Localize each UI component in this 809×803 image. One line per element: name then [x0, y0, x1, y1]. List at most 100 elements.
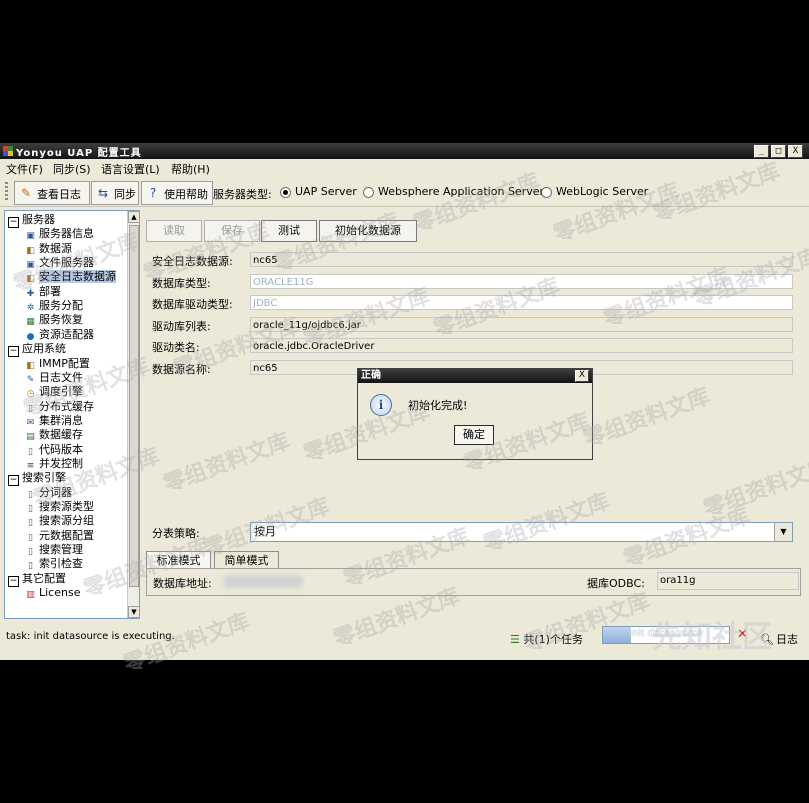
- tab-simple-mode[interactable]: 简单模式: [214, 551, 279, 569]
- scroll-down-arrow-icon[interactable]: ▼: [128, 606, 139, 618]
- close-window-button[interactable]: X: [788, 145, 803, 158]
- form-field-3[interactable]: oracle_11g/ojdbc6.jar: [250, 316, 793, 332]
- dialog-title: 正确: [361, 370, 381, 381]
- menu-help[interactable]: 帮助(H): [171, 161, 210, 177]
- maximize-button[interactable]: □: [771, 145, 786, 158]
- toolbar-grip[interactable]: [5, 182, 8, 202]
- menu-language[interactable]: 语言设置(L): [101, 161, 160, 177]
- doc-icon: ▯: [28, 518, 33, 529]
- db-address-redacted: [223, 575, 303, 588]
- tree-item-1[interactable]: ▣ 服务器信息: [25, 227, 94, 241]
- partition-select[interactable]: 按月 ▼: [250, 522, 793, 542]
- dialog-close-button[interactable]: X: [575, 370, 589, 382]
- minimize-button[interactable]: _: [754, 145, 769, 158]
- tree-item-23[interactable]: ▯ 搜索管理: [25, 543, 83, 557]
- table-icon: ▤: [26, 432, 35, 443]
- tree-item-15[interactable]: ▤ 数据缓存: [25, 428, 83, 442]
- help-icon: ?: [149, 186, 157, 200]
- ok-button[interactable]: 确定: [454, 425, 494, 445]
- message-dialog: 正确 X i 初始化完成! 确定: [357, 368, 593, 460]
- partition-label: 分表策略:: [152, 527, 200, 540]
- server-type-label: 服务器类型:: [213, 188, 272, 201]
- tree-item-8[interactable]: ● 资源适配器: [25, 328, 94, 342]
- scroll-up-arrow-icon[interactable]: ▲: [128, 211, 139, 223]
- radio-websphere[interactable]: [363, 187, 374, 198]
- doc-icon: ▯: [28, 547, 33, 558]
- tree-item-3[interactable]: ▣ 文件服务器: [25, 256, 94, 270]
- form-field-0[interactable]: nc65: [250, 252, 793, 267]
- tree-item-17[interactable]: ≡ 并发控制: [25, 457, 83, 471]
- radio-weblogic[interactable]: [541, 187, 552, 198]
- doc-icon: ▯: [28, 561, 33, 572]
- radio-uap-server-label[interactable]: UAP Server: [295, 185, 357, 198]
- log-icon: ✎: [26, 374, 35, 385]
- network-icon: ✲: [26, 303, 35, 314]
- form-field-1[interactable]: ORACLE11G: [250, 273, 793, 289]
- collapse-icon[interactable]: −: [8, 217, 19, 228]
- init-datasource-button[interactable]: 初始化数据源: [319, 220, 417, 242]
- task-count[interactable]: ☰ 共(1)个任务: [510, 631, 583, 647]
- collapse-icon[interactable]: −: [8, 475, 19, 487]
- save-button[interactable]: 保存: [204, 220, 260, 242]
- dialog-message: 初始化完成!: [408, 399, 468, 412]
- sync-button[interactable]: ⇆ 同步: [91, 181, 139, 205]
- log-icon: ✎: [20, 186, 32, 200]
- menu-sync[interactable]: 同步(S): [53, 161, 91, 177]
- mail-icon: ✉: [26, 417, 35, 428]
- form-label-5: 数据源名称:: [152, 362, 211, 376]
- license-icon: ▥: [26, 590, 35, 601]
- toolbar: ✎ 查看日志 ⇆ 同步 ? 使用帮助 服务器类型: UAP Server Web…: [0, 178, 809, 207]
- tree-item-26[interactable]: ▥ License: [25, 586, 80, 600]
- collapse-icon[interactable]: −: [8, 575, 19, 587]
- tree-item-13[interactable]: ▯ 分布式缓存: [25, 400, 94, 414]
- collapse-icon[interactable]: −: [8, 346, 19, 358]
- form-label-3: 驱动库列表:: [152, 319, 211, 333]
- title-bar: Yonyou UAP 配置工具 _ □ X: [0, 143, 809, 159]
- tree-item-19[interactable]: ▯ 分词器: [25, 486, 72, 500]
- brand-watermark: 先知社区: [652, 620, 772, 655]
- tree-item-21[interactable]: ▯ 搜索源分组: [25, 514, 94, 528]
- sync-icon: ⇆: [97, 186, 109, 200]
- tree-item-6[interactable]: ✲ 服务分配: [25, 299, 83, 313]
- deploy-icon: ✚: [26, 288, 35, 299]
- scroll-thumb[interactable]: [129, 225, 139, 587]
- tree-item-12[interactable]: ◷ 调度引擎: [25, 385, 83, 399]
- menu-file[interactable]: 文件(F): [6, 161, 43, 177]
- help-button[interactable]: ? 使用帮助: [141, 181, 213, 205]
- tree-item-7[interactable]: ▦ 服务恢复: [25, 313, 83, 327]
- tree-item-24[interactable]: ▯ 索引检查: [25, 557, 83, 571]
- tree-group-9[interactable]: − 应用系统: [8, 342, 66, 358]
- radio-uap-server[interactable]: [280, 187, 291, 198]
- db-address-label: 数据库地址:: [153, 577, 212, 590]
- tree-item-2[interactable]: ◧ 数据源: [25, 242, 72, 256]
- mode-tabs: 标准模式 简单模式 数据库地址: 据库ODBC: ora11g: [146, 551, 801, 599]
- test-button[interactable]: 测试: [261, 220, 317, 242]
- doc-icon: ▯: [28, 446, 33, 457]
- tree-item-5[interactable]: ✚ 部署: [25, 285, 61, 299]
- tree-group-25[interactable]: − 其它配置: [8, 572, 66, 587]
- tree-item-22[interactable]: ▯ 元数据配置: [25, 529, 94, 543]
- doc-icon: ▯: [28, 504, 33, 514]
- tree-scrollbar[interactable]: ▲ ▼: [127, 211, 139, 618]
- tree-item-14[interactable]: ✉ 集群消息: [25, 414, 83, 428]
- tree-item-20[interactable]: ▯ 搜索源类型: [25, 500, 94, 514]
- tab-standard-mode[interactable]: 标准模式: [146, 551, 211, 569]
- tree-group-0[interactable]: − 服务器: [8, 213, 55, 228]
- form-label-2: 数据库驱动类型:: [152, 298, 233, 311]
- tree-item-4[interactable]: ◧ 安全日志数据源: [25, 270, 116, 284]
- odbc-field[interactable]: ora11g: [657, 572, 799, 590]
- chevron-down-icon[interactable]: ▼: [774, 523, 792, 541]
- radio-weblogic-label[interactable]: WebLogic Server: [556, 185, 648, 198]
- dialog-title-bar: 正确 X: [358, 369, 592, 383]
- tree-item-11[interactable]: ✎ 日志文件: [25, 371, 83, 385]
- form-field-4[interactable]: oracle.jdbc.OracleDriver: [250, 338, 793, 353]
- form-label-1: 数据库类型:: [152, 276, 211, 290]
- radio-websphere-label[interactable]: Websphere Application Server: [378, 185, 544, 198]
- tree-item-16[interactable]: ▯ 代码版本: [25, 443, 83, 457]
- tree-item-10[interactable]: ◧ IMMP配置: [25, 357, 90, 371]
- clock-icon: ◷: [26, 389, 35, 400]
- tree-group-18[interactable]: − 搜索引擎: [8, 471, 66, 487]
- form-field-2[interactable]: JDBC: [250, 295, 793, 310]
- view-log-button[interactable]: ✎ 查看日志: [14, 181, 90, 205]
- read-button[interactable]: 读取: [146, 220, 202, 242]
